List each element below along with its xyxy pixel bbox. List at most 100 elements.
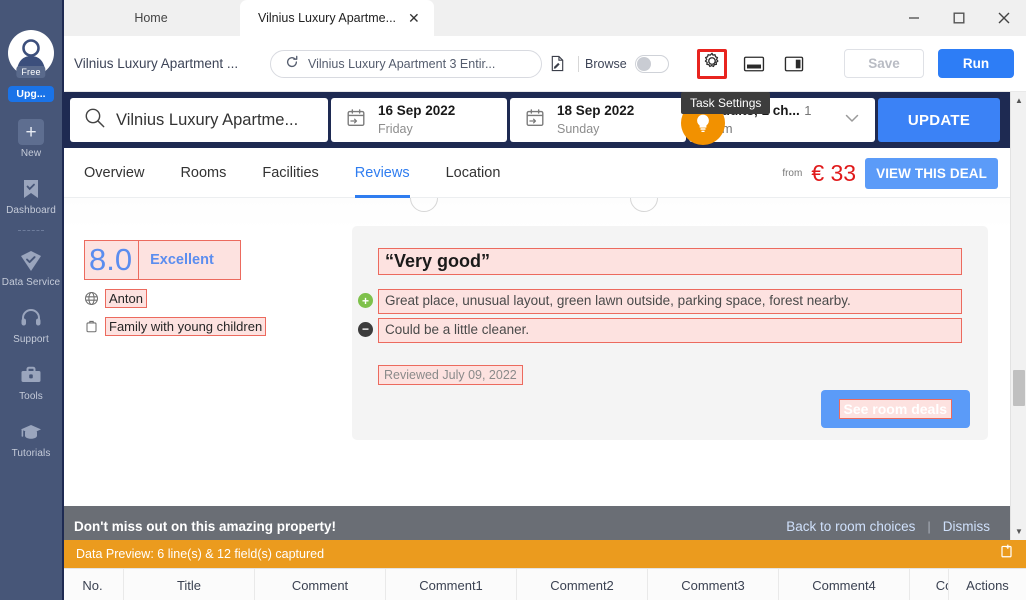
- column-header-title[interactable]: Title: [124, 569, 255, 600]
- review-date: Reviewed July 09, 2022: [378, 364, 523, 385]
- tab-location[interactable]: Location: [428, 148, 519, 198]
- review-negative-comment: Could be a little cleaner.: [378, 317, 962, 343]
- data-preview-title: Data Preview: 6 line(s) & 12 field(s) ca…: [76, 547, 325, 561]
- plus-marker-icon: +: [358, 293, 373, 308]
- maximize-icon[interactable]: [936, 0, 981, 36]
- layout-horizontal-icon[interactable]: [739, 49, 769, 79]
- tab-label: Overview: [84, 164, 145, 181]
- url-field[interactable]: Vilnius Luxury Apartment 3 Entir...: [270, 49, 542, 78]
- review-score: 8.0: [84, 240, 140, 281]
- gear-icon: [703, 52, 721, 75]
- destination-input[interactable]: Vilnius Luxury Apartme...: [70, 98, 328, 142]
- close-icon[interactable]: [981, 0, 1026, 36]
- tab-reviews[interactable]: Reviews: [337, 148, 428, 198]
- sidebar-item-tutorials[interactable]: Tutorials: [0, 419, 62, 459]
- tab-home[interactable]: Home: [62, 0, 240, 36]
- calendar-in-icon: [345, 107, 367, 134]
- update-search-button[interactable]: UPDATE: [878, 98, 1000, 142]
- bookmark-icon: [18, 176, 44, 202]
- tab-facilities[interactable]: Facilities: [244, 148, 336, 198]
- edit-document-icon[interactable]: [542, 49, 572, 79]
- scroll-down-icon[interactable]: ▼: [1011, 523, 1026, 540]
- tab-overview[interactable]: Overview: [66, 148, 162, 198]
- sidebar-item-new[interactable]: + New: [0, 119, 62, 159]
- graduation-cap-icon: [18, 419, 44, 445]
- checkin-date-text: 16 Sep 2022 Friday: [378, 102, 493, 138]
- reload-icon[interactable]: [285, 55, 299, 72]
- task-name-label: Vilnius Luxury Apartment ...: [74, 56, 239, 71]
- scrollbar-thumb[interactable]: [1013, 370, 1025, 406]
- plan-badge: Free: [16, 66, 46, 78]
- plus-icon: +: [18, 119, 44, 145]
- tab-rooms[interactable]: Rooms: [162, 148, 244, 198]
- column-header-comment2[interactable]: Comment2: [517, 569, 648, 600]
- reviews-body: 8.0 Excellent Anton Family with young ch…: [62, 198, 1010, 540]
- checkin-date-value: 16 Sep 2022: [378, 103, 456, 118]
- app-toolbar: Vilnius Luxury Apartment ... Vilnius Lux…: [62, 36, 1026, 92]
- sidebar-item-tools[interactable]: Tools: [0, 362, 62, 402]
- shield-check-icon: [18, 248, 44, 274]
- sidebar-item-dashboard[interactable]: Dashboard: [0, 176, 62, 216]
- back-to-room-choices-link[interactable]: Back to room choices: [786, 519, 915, 534]
- sidebar-item-support[interactable]: Support: [0, 305, 62, 345]
- review-reviewer-block: 8.0 Excellent Anton Family with young ch…: [84, 226, 334, 440]
- property-nav-tabs: Overview Rooms Facilities Reviews Locati…: [62, 148, 1010, 198]
- task-settings-button[interactable]: [696, 48, 727, 79]
- traveller-type: Family with young children: [105, 317, 267, 337]
- toolbar-divider: [578, 55, 579, 72]
- sidebar-item-label: Dashboard: [6, 205, 56, 216]
- column-header-no[interactable]: No.: [62, 569, 124, 600]
- review-verdict: Excellent: [139, 240, 241, 281]
- checkout-date-value: 18 Sep 2022: [557, 103, 635, 118]
- minimize-icon[interactable]: [891, 0, 936, 36]
- booking-search-bar: Vilnius Luxury Apartme... 16 Sep 2022 Fr…: [62, 92, 1010, 148]
- column-header-comment1[interactable]: Comment1: [386, 569, 517, 600]
- column-header-comment3[interactable]: Comment3: [648, 569, 779, 600]
- minus-marker-icon: −: [358, 321, 373, 337]
- price-prefix: from: [782, 167, 803, 179]
- checkin-day-value: Friday: [378, 122, 413, 136]
- export-icon[interactable]: [999, 544, 1014, 564]
- url-value: Vilnius Luxury Apartment 3 Entir...: [308, 56, 496, 71]
- currency-symbol: €: [811, 159, 825, 186]
- tab-label: Vilnius Luxury Apartme...: [258, 11, 397, 25]
- avatar[interactable]: Free: [8, 30, 54, 78]
- checkout-day-value: Sunday: [557, 122, 600, 136]
- destination-value: Vilnius Luxury Apartme...: [116, 110, 299, 129]
- sidebar-item-data-service[interactable]: Data Service: [0, 248, 62, 288]
- checkout-date-field[interactable]: 18 Sep 2022 Sunday: [510, 98, 686, 142]
- traveller-type-row: Family with young children: [84, 317, 334, 337]
- close-icon[interactable]: ✕: [408, 11, 420, 25]
- save-button[interactable]: Save: [844, 49, 924, 78]
- column-header-comment4[interactable]: Comment4: [779, 569, 910, 600]
- reviewer-name: Anton: [105, 289, 147, 309]
- review-item: 8.0 Excellent Anton Family with young ch…: [62, 198, 1010, 440]
- upgrade-button[interactable]: Upg...: [8, 86, 54, 102]
- globe-icon: [84, 291, 99, 306]
- review-positive-comment: Great place, unusual layout, green lawn …: [378, 289, 962, 314]
- window-tab-bar: Home Vilnius Luxury Apartme... ✕: [62, 0, 1026, 36]
- column-header-actions: Actions: [948, 569, 1026, 600]
- column-header-comment[interactable]: Comment: [255, 569, 386, 600]
- left-sidebar: Free Upg... + New Dashboard Data Service…: [0, 0, 62, 600]
- scroll-up-icon[interactable]: ▲: [1011, 92, 1026, 109]
- ghost-avatar: [630, 198, 658, 212]
- view-this-deal-button[interactable]: VIEW THIS DEAL: [865, 157, 998, 189]
- tab-vilnius-luxury-apartment[interactable]: Vilnius Luxury Apartme... ✕: [240, 0, 434, 36]
- review-score-line: 8.0 Excellent: [84, 240, 334, 281]
- page-vertical-scrollbar[interactable]: ▲ ▼: [1010, 92, 1026, 540]
- promo-banner: Don't miss out on this amazing property!…: [62, 506, 1010, 540]
- checkin-date-field[interactable]: 16 Sep 2022 Friday: [331, 98, 507, 142]
- layout-vertical-icon[interactable]: [779, 49, 809, 79]
- checkout-date-text: 18 Sep 2022 Sunday: [557, 102, 672, 138]
- promo-banner-actions: Back to room choices | Dismiss: [786, 519, 990, 534]
- review-content-card: “Very good” + Great place, unusual layou…: [352, 226, 988, 440]
- run-button[interactable]: Run: [938, 49, 1014, 78]
- chevron-down-icon[interactable]: [843, 109, 861, 132]
- tab-label: Home: [134, 11, 168, 25]
- task-settings-tooltip: Task Settings: [681, 92, 771, 114]
- ghost-avatar: [410, 198, 438, 212]
- see-room-deals-button[interactable]: See room deals: [820, 390, 970, 428]
- browse-toggle[interactable]: [634, 54, 669, 73]
- dismiss-link[interactable]: Dismiss: [943, 519, 990, 534]
